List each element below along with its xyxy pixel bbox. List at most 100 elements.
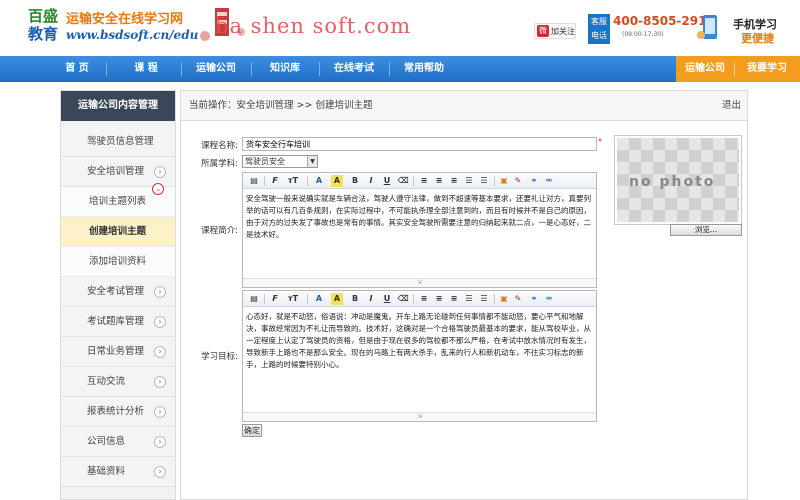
nav-divider: [319, 62, 320, 76]
flash-icon[interactable]: ✎: [512, 175, 524, 187]
editor-toolbar: ▤ F тT A A B I U ⌫ ≡ ≡ ≡ ☰ ☰ ▣ ✎ ⚭ ⚮: [243, 173, 596, 189]
italic-icon[interactable]: I: [365, 175, 377, 187]
subject-select[interactable]: 驾驶员安全 ▼: [242, 155, 318, 168]
site-header: 百盛 教育 运输安全在线学习网 www.bsdsoft.cn/edu ba sh…: [0, 0, 800, 52]
chevron-down-icon[interactable]: ⌄: [152, 183, 164, 195]
logo[interactable]: 百盛 教育: [28, 7, 62, 45]
eraser-icon[interactable]: ⌫: [397, 175, 409, 187]
nav-item-knowledge-base[interactable]: 知识库: [258, 56, 312, 82]
source-icon[interactable]: ▤: [248, 175, 260, 187]
eraser-icon[interactable]: ⌫: [397, 293, 409, 305]
sidebar-item-driver-info[interactable]: 驾驶员信息管理: [61, 127, 175, 157]
browse-button[interactable]: 浏览...: [670, 224, 742, 236]
sidebar-item-question-bank[interactable]: 考试题库管理 ›: [61, 307, 175, 337]
toolbar-divider: [264, 294, 265, 304]
sidebar-item-safety-exam[interactable]: 安全考试管理 ›: [61, 277, 175, 307]
follow-button[interactable]: 微 加关注: [534, 23, 576, 39]
ordered-list-icon[interactable]: ☰: [463, 175, 475, 187]
sidebar-subitem-label: 添加培训资料: [89, 256, 147, 267]
sidebar-item-interaction[interactable]: 互动交流 ›: [61, 367, 175, 397]
intro-editor[interactable]: ▤ F тT A A B I U ⌫ ≡ ≡ ≡ ☰ ☰ ▣ ✎ ⚭ ⚮ 安全驾…: [242, 172, 597, 288]
font-color-icon[interactable]: A: [313, 293, 325, 305]
sidebar-subitem-create-topic[interactable]: 创建培训主题: [61, 217, 175, 247]
align-center-icon[interactable]: ≡: [433, 293, 445, 305]
required-marker: *: [598, 137, 602, 146]
source-icon[interactable]: ▤: [248, 293, 260, 305]
nav-item-my-learning[interactable]: 我要学习: [738, 56, 796, 82]
sidebar-item-label: 日常业务管理: [87, 346, 145, 357]
nav-item-transport-company[interactable]: 运输公司: [188, 56, 244, 82]
align-center-icon[interactable]: ≡: [433, 175, 445, 187]
highlight-icon[interactable]: A: [331, 293, 343, 305]
follow-label: 加关注: [551, 26, 575, 36]
align-left-icon[interactable]: ≡: [418, 293, 430, 305]
font-family-icon[interactable]: F: [269, 175, 281, 187]
sidebar-item-label: 驾驶员信息管理: [87, 136, 154, 147]
breadcrumb-text: 当前操作：安全培训管理 >> 创建培训主题: [189, 100, 373, 111]
intro-editor-content[interactable]: 安全驾驶一般来说确实就是车辆合法，驾驶人遵守法律，做到不超速等基本要求，还要礼让…: [243, 189, 596, 279]
logo-line1: 百盛: [28, 7, 59, 25]
intro-label: 课程简介:: [201, 226, 238, 236]
font-family-icon[interactable]: F: [269, 293, 281, 305]
underline-icon[interactable]: U: [381, 175, 393, 187]
nav-divider: [251, 62, 252, 76]
subject-select-value: 驾驶员安全: [245, 157, 285, 166]
subject-label: 所属学科:: [201, 159, 238, 169]
editor-toolbar: ▤ F тT A A B I U ⌫ ≡ ≡ ≡ ☰ ☰ ▣ ✎ ⚭ ⚮: [243, 291, 596, 307]
watermark-text: ba shen soft.com: [215, 14, 412, 38]
bold-icon[interactable]: B: [349, 293, 361, 305]
chevron-right-icon: ›: [154, 346, 166, 358]
goal-editor[interactable]: ▤ F тT A A B I U ⌫ ≡ ≡ ≡ ☰ ☰ ▣ ✎ ⚭ ⚮ 心态好…: [242, 290, 597, 422]
font-size-icon[interactable]: тT: [287, 175, 299, 187]
italic-icon[interactable]: I: [365, 293, 377, 305]
nav-item-online-exam[interactable]: 在线考试: [326, 56, 382, 82]
nav-item-company[interactable]: 运输公司: [680, 56, 730, 82]
sidebar: 运输公司内容管理 驾驶员信息管理 安全培训管理 › 培训主题列表 ⌄ 创建培训主题 …: [60, 90, 176, 500]
goal-label: 学习目标:: [201, 352, 238, 362]
sidebar-item-base-data[interactable]: 基础资料 ›: [61, 457, 175, 487]
confirm-button[interactable]: 确定: [242, 424, 262, 437]
sidebar-item-label: 安全培训管理: [87, 166, 145, 177]
highlight-icon[interactable]: A: [331, 175, 343, 187]
bold-icon[interactable]: B: [349, 175, 361, 187]
sidebar-item-daily-business[interactable]: 日常业务管理 ›: [61, 337, 175, 367]
underline-icon[interactable]: U: [381, 293, 393, 305]
course-name-input[interactable]: [242, 137, 597, 151]
nav-item-courses[interactable]: 课 程: [120, 56, 172, 82]
unordered-list-icon[interactable]: ☰: [478, 293, 490, 305]
toolbar-divider: [307, 176, 308, 186]
link-icon[interactable]: ⚭: [528, 293, 540, 305]
align-left-icon[interactable]: ≡: [418, 175, 430, 187]
chevron-right-icon: ›: [154, 376, 166, 388]
sidebar-item-company-info[interactable]: 公司信息 ›: [61, 427, 175, 457]
nav-item-home[interactable]: 首 页: [52, 56, 102, 82]
sidebar-subitem-add-material[interactable]: 添加培训资料: [61, 247, 175, 277]
nav-divider: [734, 62, 735, 76]
ordered-list-icon[interactable]: ☰: [463, 293, 475, 305]
image-icon[interactable]: ▣: [498, 175, 510, 187]
nav-item-help[interactable]: 常用帮助: [396, 56, 452, 82]
goal-editor-content[interactable]: 心态好，就是不动怒，俗语说：冲动是魔鬼。开车上路无论碰到任何事情都不能动怒，要心…: [243, 307, 596, 412]
sidebar-item-label: 互动交流: [87, 376, 126, 387]
dropdown-arrow-icon: ▼: [307, 156, 317, 167]
resize-handle-icon[interactable]: ⇲: [243, 412, 596, 421]
image-icon[interactable]: ▣: [498, 293, 510, 305]
sidebar-item-reports[interactable]: 报表统计分析 ›: [61, 397, 175, 427]
chevron-right-icon: ›: [154, 436, 166, 448]
align-right-icon[interactable]: ≡: [448, 175, 460, 187]
exit-link[interactable]: 退出: [722, 91, 741, 121]
sidebar-subitem-topic-list[interactable]: 培训主题列表 ⌄: [61, 183, 175, 217]
chevron-right-icon: ›: [154, 316, 166, 328]
flash-icon[interactable]: ✎: [512, 293, 524, 305]
align-right-icon[interactable]: ≡: [448, 293, 460, 305]
unlink-icon[interactable]: ⚮: [543, 293, 555, 305]
unlink-icon[interactable]: ⚮: [543, 175, 555, 187]
nav-divider: [181, 62, 182, 76]
font-color-icon[interactable]: A: [313, 175, 325, 187]
hotline-tag: 客服电话: [588, 14, 610, 44]
unordered-list-icon[interactable]: ☰: [478, 175, 490, 187]
font-size-icon[interactable]: тT: [287, 293, 299, 305]
nav-user-area: 运输公司 我要学习: [676, 56, 800, 82]
link-icon[interactable]: ⚭: [528, 175, 540, 187]
resize-handle-icon[interactable]: ⇲: [243, 278, 596, 287]
